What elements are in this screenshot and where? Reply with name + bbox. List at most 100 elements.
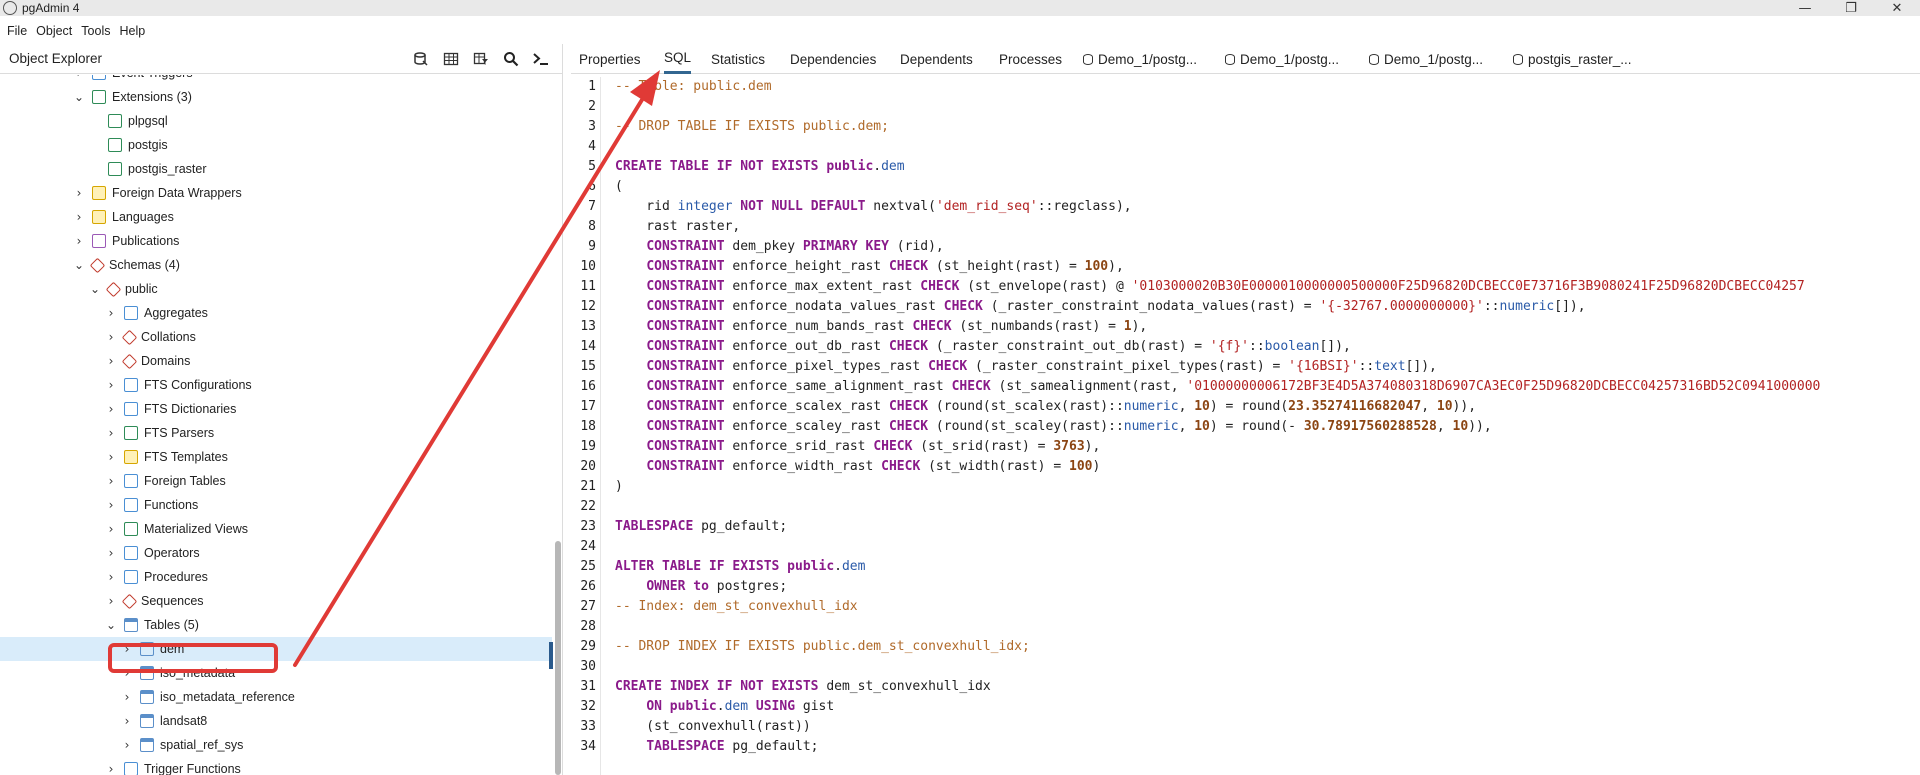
- tab-dependencies[interactable]: Dependencies: [790, 44, 876, 74]
- chevron-right-icon[interactable]: ›: [72, 186, 86, 200]
- code-line: ALTER TABLE IF EXISTS public.dem: [615, 559, 865, 574]
- chevron-right-icon[interactable]: ›: [120, 714, 134, 728]
- chevron-right-icon[interactable]: ›: [104, 402, 118, 416]
- menu-object[interactable]: Object: [29, 24, 72, 38]
- tab-statistics[interactable]: Statistics: [711, 44, 765, 74]
- line-number: 16: [580, 379, 596, 394]
- chevron-down-icon[interactable]: ⌄: [72, 90, 86, 104]
- tree-node-label: FTS Dictionaries: [144, 402, 237, 416]
- tab-connection-9[interactable]: postgis_raster_...: [1513, 44, 1632, 74]
- menu-help[interactable]: Help: [112, 24, 145, 38]
- chevron-right-icon[interactable]: ›: [104, 378, 118, 392]
- tab-processes[interactable]: Processes: [999, 44, 1062, 74]
- tab-connection-7[interactable]: Demo_1/postg...: [1225, 44, 1339, 74]
- tree-node-public[interactable]: ⌄ public: [0, 277, 552, 301]
- tree-node-schemas-4[interactable]: ⌄ Schemas (4): [0, 253, 552, 277]
- chevron-right-icon[interactable]: ›: [104, 450, 118, 464]
- tab-connection-8[interactable]: Demo_1/postg...: [1369, 44, 1483, 74]
- psql-tool-icon[interactable]: [526, 48, 556, 70]
- tree-node-fts-configurations[interactable]: › FTS Configurations: [0, 373, 552, 397]
- tree-node-fts-templates[interactable]: › FTS Templates: [0, 445, 552, 469]
- tree-node-aggregates[interactable]: › Aggregates: [0, 301, 552, 325]
- tree-node-spatial-ref-sys[interactable]: › spatial_ref_sys: [0, 733, 552, 757]
- chevron-right-icon[interactable]: ›: [104, 522, 118, 536]
- tree-scrollbar[interactable]: [555, 541, 561, 775]
- tree-node-foreign-data-wrappers[interactable]: › Foreign Data Wrappers: [0, 181, 552, 205]
- tables-icon: [124, 618, 138, 632]
- chevron-right-icon[interactable]: ›: [120, 738, 134, 752]
- chevron-right-icon[interactable]: ›: [104, 426, 118, 440]
- code-token: pg_default;: [693, 519, 788, 534]
- chevron-right-icon[interactable]: ›: [104, 474, 118, 488]
- code-token: (st_convexhull(rast)): [615, 719, 811, 734]
- code-token: 10: [1194, 419, 1210, 434]
- tree-node-postgis[interactable]: postgis: [0, 133, 552, 157]
- menu-file[interactable]: File: [0, 24, 27, 38]
- code-token: (st_numbands(rast) =: [951, 319, 1124, 334]
- tree-node-sequences[interactable]: › Sequences: [0, 589, 552, 613]
- close-button[interactable]: ✕: [1874, 0, 1920, 16]
- chevron-down-icon[interactable]: ⌄: [104, 618, 118, 632]
- menu-tools[interactable]: Tools: [74, 24, 110, 38]
- view-data-icon[interactable]: [436, 48, 466, 70]
- code-line: CONSTRAINT enforce_height_rast CHECK (st…: [615, 259, 1123, 274]
- tree-node-fts-parsers[interactable]: › FTS Parsers: [0, 421, 552, 445]
- tree-node-languages[interactable]: › Languages: [0, 205, 552, 229]
- tree-node-fts-dictionaries[interactable]: › FTS Dictionaries: [0, 397, 552, 421]
- chevron-right-icon[interactable]: ›: [104, 546, 118, 560]
- chevron-right-icon[interactable]: ›: [120, 690, 134, 704]
- tree-node-publications[interactable]: › Publications: [0, 229, 552, 253]
- tree-node-collations[interactable]: › Collations: [0, 325, 552, 349]
- line-number: 13: [580, 319, 596, 334]
- tree-node-operators[interactable]: › Operators: [0, 541, 552, 565]
- tree-node-label: Foreign Tables: [144, 474, 226, 488]
- filtered-rows-icon[interactable]: [466, 48, 496, 70]
- line-number: 2: [588, 99, 596, 114]
- tree-node-iso-metadata-reference[interactable]: › iso_metadata_reference: [0, 685, 552, 709]
- chevron-right-icon[interactable]: ›: [104, 306, 118, 320]
- tree-node-procedures[interactable]: › Procedures: [0, 565, 552, 589]
- code-line: CONSTRAINT enforce_same_alignment_rast C…: [615, 379, 1820, 394]
- chevron-down-icon[interactable]: ⌄: [88, 282, 102, 296]
- maximize-button[interactable]: ❐: [1828, 0, 1874, 16]
- tree-node-extensions-3[interactable]: ⌄ Extensions (3): [0, 85, 552, 109]
- tab-sql[interactable]: SQL: [664, 44, 692, 74]
- code-token: (st_height(rast) =: [928, 259, 1085, 274]
- tree-node-trigger-functions[interactable]: › Trigger Functions: [0, 757, 552, 775]
- minimize-button[interactable]: —: [1782, 0, 1828, 16]
- tab-dependents[interactable]: Dependents: [900, 44, 973, 74]
- sql-editor[interactable]: 1 2 3 4 5 6 7 8 9 10 11 12 13 14 15 16 17 18 19 20 21 22 23 24 2…: [571, 77, 1920, 775]
- tree-node-landsat8[interactable]: › landsat8: [0, 709, 552, 733]
- chevron-right-icon[interactable]: ›: [104, 762, 118, 775]
- tree-node-materialized-views[interactable]: › Materialized Views: [0, 517, 552, 541]
- code-token: CHECK: [951, 379, 991, 394]
- chevron-right-icon[interactable]: ›: [104, 330, 118, 344]
- tab-label: Demo_1/postg...: [1240, 51, 1340, 67]
- tree-node-event-triggers[interactable]: › Event Triggers: [0, 75, 552, 85]
- chevron-right-icon[interactable]: ›: [104, 498, 118, 512]
- query-tool-icon[interactable]: [406, 48, 436, 70]
- tree-node-postgis-raster[interactable]: postgis_raster: [0, 157, 552, 181]
- tab-connection-6[interactable]: Demo_1/postg...: [1083, 44, 1197, 74]
- tree-node-domains[interactable]: › Domains: [0, 349, 552, 373]
- chevron-right-icon[interactable]: ›: [104, 354, 118, 368]
- tree-node-tables-5[interactable]: ⌄ Tables (5): [0, 613, 552, 637]
- search-icon[interactable]: [496, 48, 526, 70]
- code-token: 10: [1452, 419, 1469, 434]
- tree-node-plpgsql[interactable]: plpgsql: [0, 109, 552, 133]
- chevron-down-icon[interactable]: ⌄: [72, 258, 86, 272]
- chevron-right-icon[interactable]: ›: [104, 570, 118, 584]
- sequence-icon: [121, 593, 138, 609]
- line-number: 10: [580, 259, 596, 274]
- chevron-right-icon[interactable]: ›: [104, 594, 118, 608]
- tab-properties[interactable]: Properties: [579, 44, 641, 74]
- tree-node-functions[interactable]: › Functions: [0, 493, 552, 517]
- chevron-right-icon[interactable]: ›: [72, 210, 86, 224]
- line-number: 4: [588, 139, 596, 154]
- code-token: CONSTRAINT: [646, 279, 725, 294]
- line-number: 27: [580, 599, 596, 614]
- tree-node-foreign-tables[interactable]: › Foreign Tables: [0, 469, 552, 493]
- chevron-right-icon[interactable]: ›: [72, 234, 86, 248]
- chevron-right-icon[interactable]: ›: [72, 75, 86, 80]
